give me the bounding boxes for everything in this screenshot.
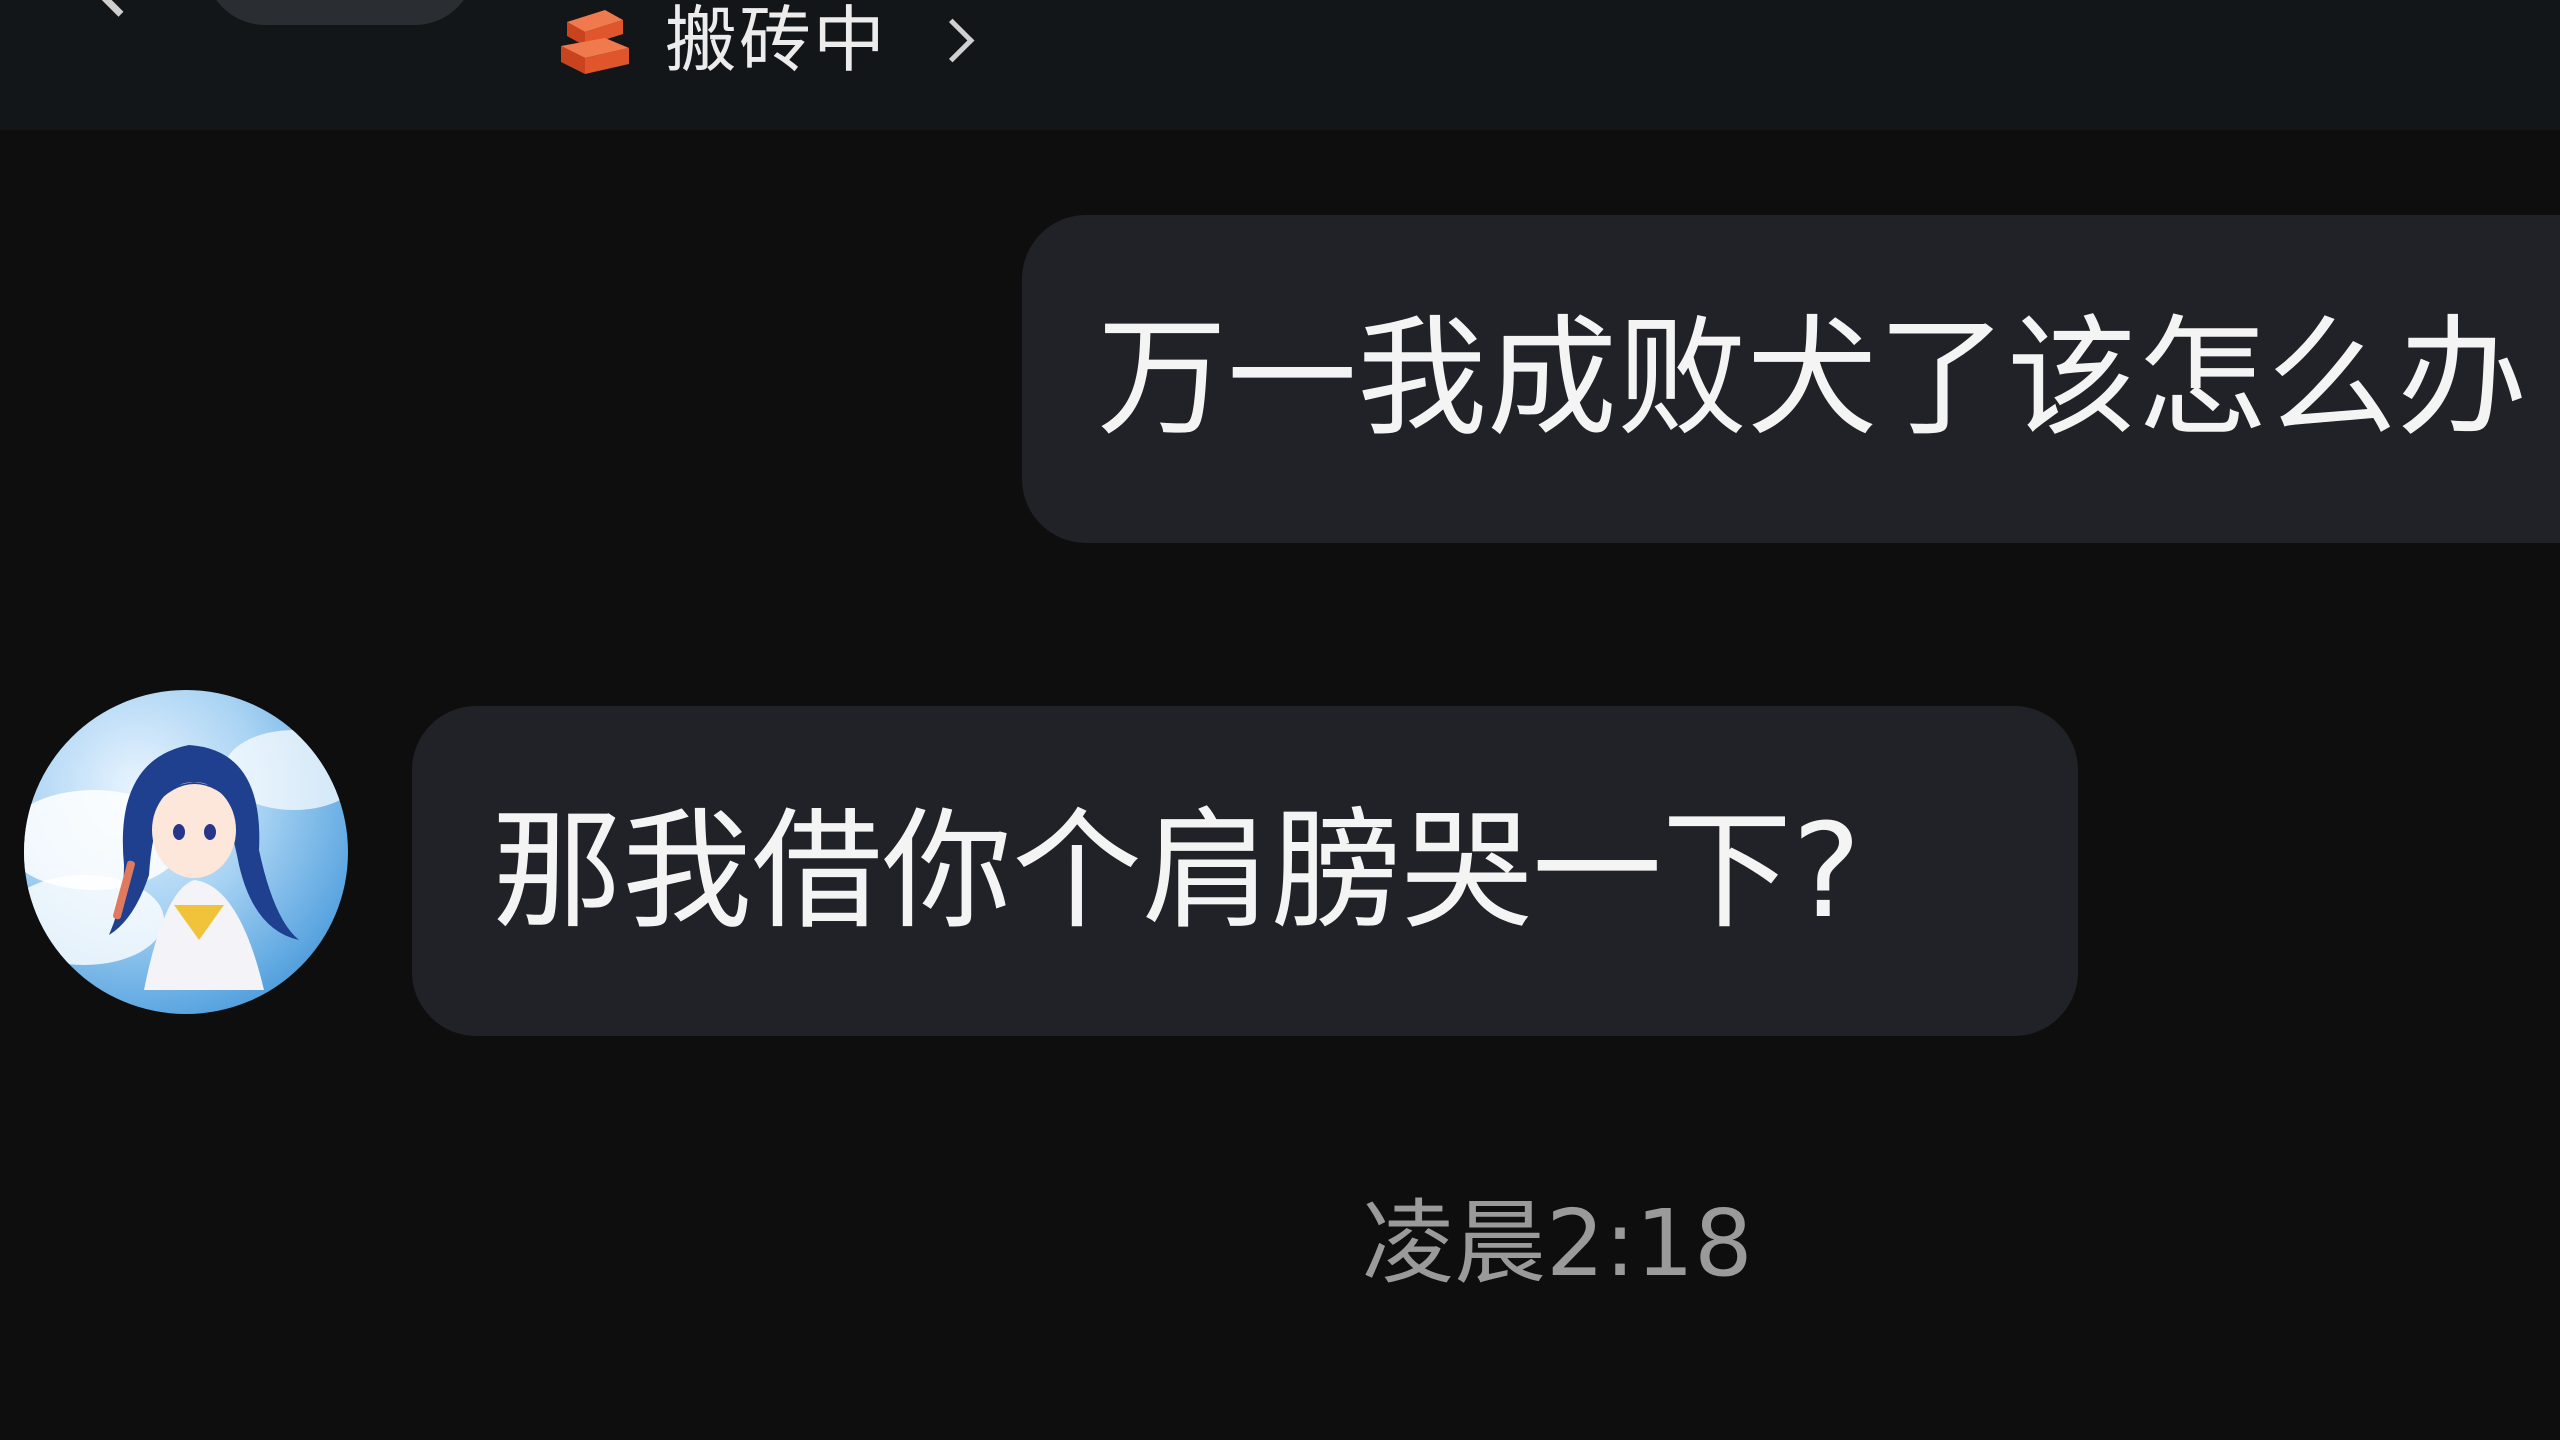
message-timestamp: 凌晨2:18 bbox=[1362, 1190, 1753, 1297]
message-text: 那我借你个肩膀哭一下? bbox=[492, 795, 1862, 947]
brick-icon bbox=[555, 0, 635, 80]
incoming-message-bubble[interactable]: 那我借你个肩膀哭一下? bbox=[412, 706, 2078, 1036]
message-list[interactable]: 万一我成败犬了该怎么办 那我借你个肩膀哭一下? 凌晨2:18 bbox=[0, 130, 2560, 1440]
status-indicator[interactable]: 搬砖中 bbox=[555, 0, 975, 82]
message-text: 万一我成败犬了该怎么办 bbox=[1097, 302, 2528, 454]
chat-header: 搬砖中 bbox=[0, 0, 2560, 130]
header-avatar[interactable] bbox=[205, 0, 475, 25]
status-label: 搬砖中 bbox=[665, 0, 888, 82]
outgoing-message-bubble[interactable]: 万一我成败犬了该怎么办 bbox=[1022, 215, 2560, 543]
contact-avatar[interactable] bbox=[24, 690, 348, 1014]
chevron-right-icon bbox=[930, 18, 975, 62]
back-arrow-icon[interactable] bbox=[85, 0, 152, 17]
